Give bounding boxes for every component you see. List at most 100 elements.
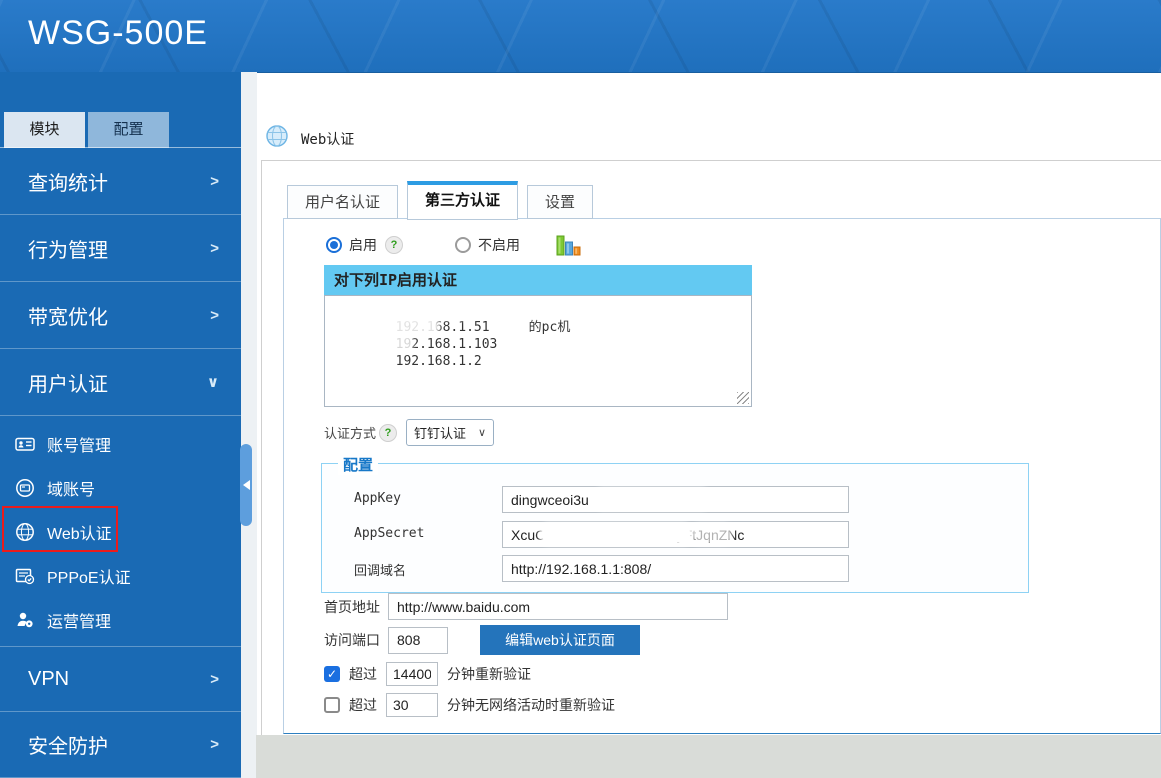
chevron-right-icon: > [210, 670, 219, 688]
menu-label: VPN [28, 667, 70, 690]
submenu-label: PPPoE认证 [47, 570, 131, 587]
help-icon[interactable]: ? [379, 423, 398, 442]
recheck-minutes-input[interactable] [386, 662, 438, 686]
callback-domain-label: 回调域名 [354, 564, 407, 579]
homepage-label: 首页地址 [324, 598, 380, 615]
tab-settings[interactable]: 设置 [527, 185, 594, 219]
sidebar-item-behavior-mgmt[interactable]: 行为管理 > [0, 215, 241, 282]
idle-recheck-checkbox[interactable] [324, 697, 340, 713]
submenu-label: 账号管理 [47, 438, 112, 455]
redaction-smudge [596, 491, 708, 507]
sidebar-collapse-handle[interactable] [240, 444, 252, 526]
redaction-smudge [694, 526, 730, 542]
callback-domain-field-wrap [502, 555, 849, 582]
redaction-smudge [491, 303, 571, 316]
tab-content-panel: 启用 ? 不启用 对下列IP启用认证 192.168.1.51 的pc机 192… [283, 218, 1161, 734]
radio-disabled-label: 不启用 [478, 237, 520, 253]
sidebar-tab-config[interactable]: 配置 [88, 112, 169, 148]
appsecret-label: AppSecret [354, 526, 425, 541]
appkey-label: AppKey [354, 491, 401, 506]
redaction-smudge [339, 337, 411, 350]
globe-icon [266, 125, 288, 152]
ip-list-header: 对下列IP启用认证 [324, 265, 752, 295]
menu-label: 带宽优化 [28, 306, 108, 329]
port-input[interactable] [388, 626, 448, 654]
chevron-right-icon: > [210, 172, 219, 190]
document-check-icon [14, 565, 36, 587]
appkey-field-wrap [502, 486, 849, 513]
idle-recheck-prefix: 超过 [349, 697, 377, 713]
domain-account-icon [14, 477, 36, 499]
redaction-smudge [542, 526, 690, 542]
sidebar-item-bandwidth-opt[interactable]: 带宽优化 > [0, 282, 241, 349]
radio-disabled[interactable] [455, 237, 471, 253]
globe-icon [14, 521, 36, 543]
port-label: 访问端口 [324, 632, 380, 648]
chevron-right-icon: > [210, 306, 219, 324]
menu-label: 用户认证 [28, 373, 108, 396]
appsecret-field-wrap [502, 521, 849, 548]
submenu-label: Web认证 [47, 526, 112, 543]
sidebar-item-security[interactable]: 安全防护 > [0, 712, 241, 778]
idle-recheck-suffix: 分钟无网络活动时重新验证 [447, 697, 615, 713]
radio-enabled[interactable] [326, 237, 342, 253]
redaction-smudge [339, 320, 437, 333]
page-title: Web认证 [301, 131, 355, 148]
ip-line: 192.168.1.51 的pc机 [333, 302, 743, 335]
sidebar: 模块 配置 查询统计 > 行为管理 > 带宽优化 > 用户认证 ∨ 账号管理 域… [0, 72, 241, 778]
sidebar-item-vpn[interactable]: VPN > [0, 646, 241, 712]
sidebar-menu: 查询统计 > 行为管理 > 带宽优化 > 用户认证 ∨ 账号管理 域账号 Web… [0, 148, 241, 778]
sidebar-item-user-auth[interactable]: 用户认证 ∨ [0, 349, 241, 416]
homepage-input[interactable] [388, 593, 728, 620]
auth-method-value: 钉钉认证 [414, 426, 467, 441]
homepage-row: 首页地址 [324, 593, 728, 620]
submenu-label: 运营管理 [47, 614, 112, 631]
sidebar-item-operations-mgmt[interactable]: 运营管理 [0, 598, 241, 642]
bottom-gray-band [256, 735, 1161, 778]
tab-thirdparty-auth[interactable]: 第三方认证 [407, 181, 519, 220]
recheck-row: ✓ 超过 分钟重新验证 [324, 662, 531, 686]
edit-web-auth-page-button[interactable]: 编辑web认证页面 [480, 625, 640, 655]
sidebar-tab-modules[interactable]: 模块 [4, 112, 85, 148]
port-row: 访问端口 编辑web认证页面 [324, 625, 640, 655]
idle-recheck-row: 超过 分钟无网络活动时重新验证 [324, 693, 615, 717]
callback-domain-input[interactable] [502, 555, 849, 582]
chevron-right-icon: > [210, 239, 219, 257]
breadcrumb: Web认证 [266, 125, 354, 152]
config-legend: 配置 [338, 454, 379, 475]
config-fieldset: 配置 AppKey AppSecret 回调域名 [321, 454, 1029, 593]
recheck-prefix: 超过 [349, 666, 377, 682]
auth-method-select[interactable]: 钉钉认证 ∨ [406, 419, 495, 446]
resize-handle[interactable] [737, 392, 749, 404]
sidebar-gutter [241, 72, 257, 778]
radio-enabled-label: 启用 [349, 237, 377, 253]
sidebar-submenu-user-auth: 账号管理 域账号 Web认证 PPPoE认证 运营管理 [0, 416, 241, 646]
bar-chart-icon[interactable] [556, 234, 581, 257]
chevron-left-icon [242, 480, 250, 490]
menu-label: 查询统计 [28, 172, 108, 195]
help-icon[interactable]: ? [385, 236, 403, 254]
sidebar-tab-bar: 模块 配置 [4, 112, 169, 148]
idle-recheck-minutes-input[interactable] [386, 693, 438, 717]
chevron-down-icon: ∨ [206, 374, 219, 391]
app-header: WSG-500E [0, 0, 1161, 73]
ip-line: 192.168.1.2 [333, 336, 743, 369]
sidebar-item-account-mgmt[interactable]: 账号管理 [0, 422, 241, 466]
page: WSG-500E 模块 配置 查询统计 > 行为管理 > 带宽优化 > 用户认证… [0, 0, 1161, 778]
ip-line: 192.168.1.103 [333, 319, 743, 352]
operator-icon [14, 609, 36, 631]
enable-radio-group: 启用 ? 不启用 [326, 233, 581, 257]
recheck-suffix: 分钟重新验证 [447, 666, 531, 682]
tab-username-auth[interactable]: 用户名认证 [287, 185, 399, 219]
sidebar-item-pppoe-auth[interactable]: PPPoE认证 [0, 554, 241, 598]
tab-bar: 用户名认证 第三方认证 设置 [287, 181, 594, 220]
chevron-right-icon: > [210, 736, 219, 753]
recheck-checkbox[interactable]: ✓ [324, 666, 340, 682]
sidebar-item-domain-account[interactable]: 域账号 [0, 466, 241, 510]
sidebar-item-query-stats[interactable]: 查询统计 > [0, 148, 241, 215]
chevron-down-icon: ∨ [477, 427, 487, 439]
menu-label: 行为管理 [28, 239, 108, 262]
ip-list-textarea[interactable]: 192.168.1.51 的pc机 192.168.1.103 192.168.… [324, 295, 752, 407]
sidebar-item-web-auth[interactable]: Web认证 [0, 510, 241, 554]
redaction-smudge [339, 303, 477, 317]
